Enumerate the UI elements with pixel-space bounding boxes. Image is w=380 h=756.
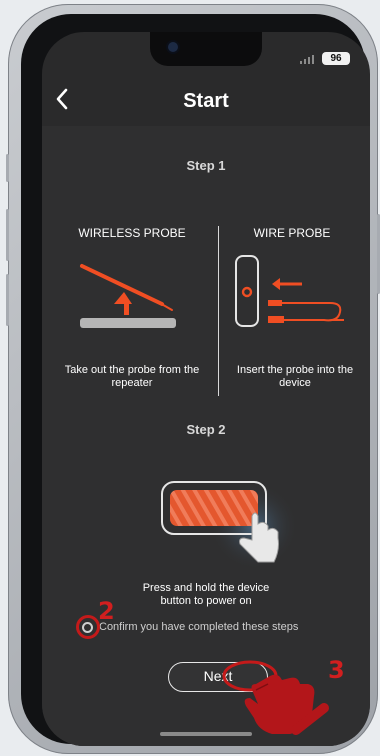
step1-label: Step 1 <box>186 158 226 173</box>
battery-icon: 96 <box>322 52 350 65</box>
wire-probe-desc: Insert the probe into the device <box>236 364 354 389</box>
status-bar: 96 <box>300 52 350 65</box>
device-button-illustration <box>161 481 294 570</box>
step2-desc: Press and hold the device button to powe… <box>142 582 270 607</box>
wireless-probe-illustration <box>80 264 176 328</box>
confirm-checkbox[interactable]: Confirm you have completed these steps <box>82 621 298 633</box>
notch <box>150 32 262 66</box>
pointing-hand-icon <box>222 660 329 735</box>
signal-icon <box>300 54 314 64</box>
mute-switch <box>6 154 9 182</box>
column-divider <box>218 226 219 396</box>
wireless-probe-title: WIRELESS PROBE <box>78 226 186 240</box>
wireless-probe-desc: Take out the probe from the repeater <box>64 364 200 389</box>
header: Start <box>42 84 370 118</box>
home-indicator <box>160 732 252 736</box>
volume-up-button <box>6 209 9 261</box>
annotation-ring-2 <box>76 615 100 639</box>
camera-icon <box>168 42 178 52</box>
screen: 96 Start Step 1 WIRELESS PROBE WIRE PROB… <box>42 32 370 746</box>
confirm-label: Confirm you have completed these steps <box>99 621 299 633</box>
phone-frame: 96 Start Step 1 WIRELESS PROBE WIRE PROB… <box>6 4 380 754</box>
page-title: Start <box>183 90 229 112</box>
volume-down-button <box>6 274 9 326</box>
wire-probe-title: WIRE PROBE <box>253 226 331 240</box>
wire-probe-illustration <box>235 255 344 327</box>
main-content: Step 1 WIRELESS PROBE WIRE PROBE Take ou… <box>42 126 370 746</box>
step2-label: Step 2 <box>186 422 226 437</box>
phone-bezel: 96 Start Step 1 WIRELESS PROBE WIRE PROB… <box>21 14 370 746</box>
